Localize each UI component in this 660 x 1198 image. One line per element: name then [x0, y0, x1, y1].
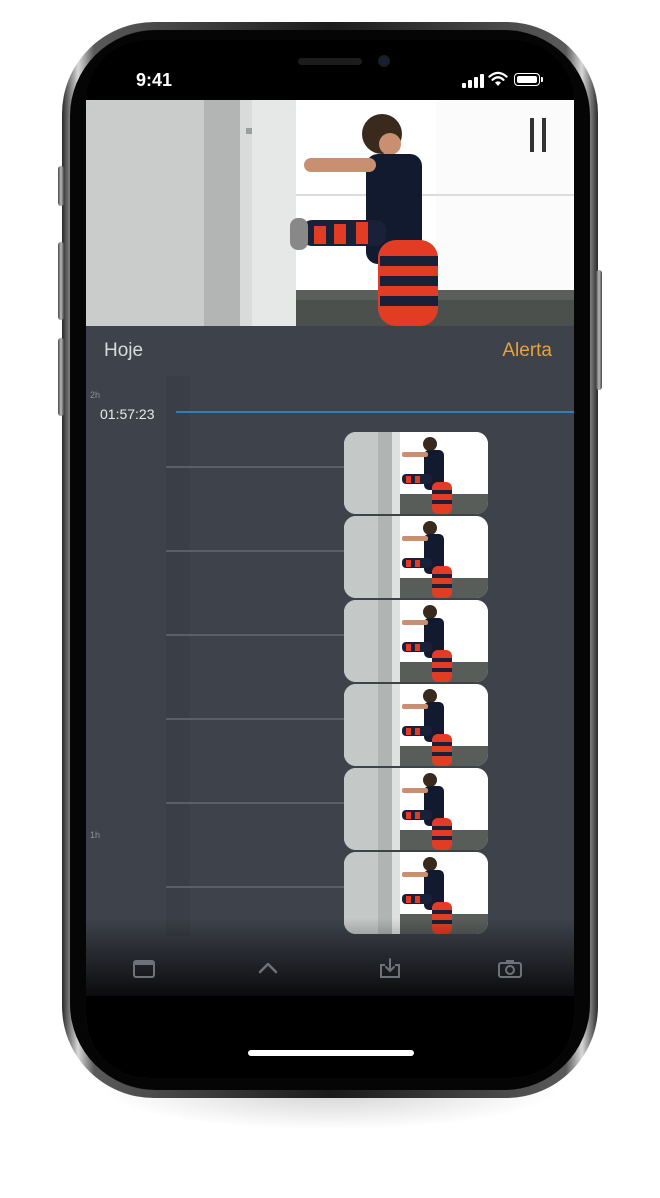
status-time: 9:41 — [136, 70, 173, 90]
ruler-label-1h: 1h — [90, 830, 101, 840]
home-indicator[interactable] — [248, 1050, 414, 1056]
live-video-feed[interactable] — [86, 100, 574, 326]
status-bar: 9:41 — [86, 40, 574, 100]
ruler-label-2h: 2h — [90, 390, 101, 400]
notch — [210, 40, 450, 74]
period-selector[interactable]: Hoje — [104, 340, 143, 362]
event-thumbnail[interactable] — [344, 600, 488, 682]
download-icon[interactable] — [376, 954, 404, 982]
camera-icon[interactable] — [496, 954, 524, 982]
time-ruler[interactable]: 2h 1h — [86, 376, 190, 936]
current-timestamp: 01:57:23 — [100, 406, 155, 422]
event-thumbnail[interactable] — [344, 432, 488, 514]
video-frame-image — [86, 100, 574, 326]
event-thumbnail[interactable] — [344, 768, 488, 850]
wifi-icon — [488, 71, 508, 86]
volume-down-button — [58, 338, 64, 416]
front-camera — [378, 55, 390, 67]
timeline-tick — [166, 634, 346, 636]
playhead-line — [176, 411, 574, 413]
signal-icon — [462, 74, 484, 88]
timeline-tick — [166, 550, 346, 552]
battery-icon — [514, 73, 543, 86]
speaker — [298, 58, 362, 65]
volume-up-button — [58, 242, 64, 320]
timeline-tick — [166, 886, 346, 888]
event-thumbnail[interactable] — [344, 516, 488, 598]
timeline-tick — [166, 802, 346, 804]
screen: 9:41 Hoje Alerta 2h 1h 01:57:23 — [86, 40, 574, 1078]
event-thumbnail[interactable] — [344, 684, 488, 766]
power-button — [596, 270, 602, 390]
chevron-up-icon[interactable] — [254, 954, 282, 982]
mute-switch — [58, 166, 64, 206]
alert-filter[interactable]: Alerta — [502, 340, 552, 362]
timeline-panel: Hoje Alerta 2h 1h 01:57:23 — [86, 326, 574, 1078]
timeline-tick — [166, 466, 346, 468]
calendar-icon[interactable] — [130, 954, 158, 982]
tab-bar — [86, 946, 574, 1006]
timeline-tick — [166, 718, 346, 720]
home-area — [86, 996, 574, 1078]
